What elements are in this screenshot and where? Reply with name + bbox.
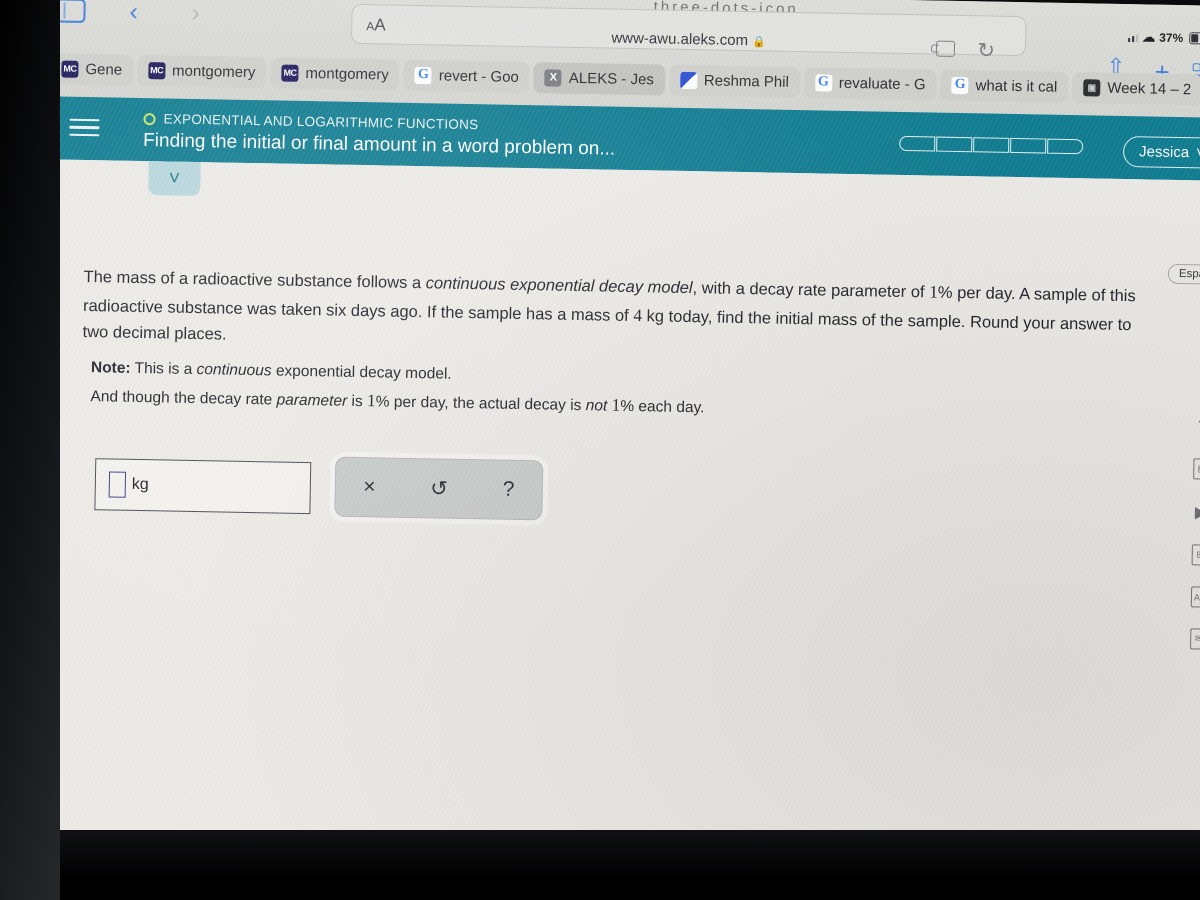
blue-flag-icon — [679, 71, 698, 89]
tablet-screen: three-dots-icon ‹ › AAAA www-awu.aleks.c… — [17, 0, 1200, 900]
hamburger-menu-icon[interactable] — [69, 118, 100, 142]
status-bar: ☁ 37% — [1128, 29, 1200, 47]
clear-button[interactable]: × — [363, 475, 376, 499]
battery-percent: 37% — [1159, 30, 1184, 46]
page-title: Finding the initial or final amount in a… — [142, 130, 616, 160]
aleks-x-icon: X — [544, 68, 563, 87]
browser-tab-label: montgomery — [305, 64, 390, 84]
google-icon: G — [414, 66, 433, 84]
browser-tab-label: revert - Goo — [438, 66, 520, 86]
browser-tab[interactable]: X ALEKS - Jes — [533, 61, 666, 96]
mc-logo-icon: MC — [281, 64, 299, 82]
browser-tab-label: ALEKS - Jes — [568, 69, 655, 88]
browser-tab[interactable]: Grevert - Goo — [403, 59, 531, 93]
browser-tab-label: Gene — [85, 60, 123, 79]
browser-tab-label: Week 14 – 2 — [1107, 79, 1192, 98]
tool-rail: ? ▤ ▶ ⊞ Aa ✉ — [1187, 414, 1200, 650]
browser-tab[interactable]: Reshma Phil — [668, 64, 801, 98]
help-button[interactable]: ? — [502, 478, 515, 502]
chevron-down-icon: ˅ — [168, 167, 181, 190]
battery-icon — [1189, 32, 1200, 45]
google-icon: G — [951, 76, 969, 94]
progress-bar — [899, 135, 1084, 155]
problem-statement: The mass of a radioactive substance foll… — [82, 262, 1148, 366]
current-mass-value: 4 — [633, 304, 643, 325]
user-name-label: Jessica — [1138, 143, 1190, 162]
calculator-icon[interactable]: ⊞ — [1191, 544, 1200, 566]
dark-media-icon: ▣ — [1083, 78, 1101, 97]
dictionary-icon[interactable]: Aa — [1190, 586, 1200, 608]
address-bar[interactable]: AAAA www-awu.aleks.com🔒 ↻ — [350, 3, 1027, 63]
back-button[interactable]: ‹ — [129, 0, 138, 26]
progress-segment — [899, 135, 936, 152]
browser-tab-label: Reshma Phil — [703, 71, 790, 91]
bezel-left-shadow — [0, 0, 60, 900]
google-icon: G — [814, 73, 833, 92]
message-envelope-icon[interactable]: ✉ — [1189, 628, 1200, 650]
extension-puzzle-icon[interactable] — [935, 40, 956, 57]
topic-category-line: EXPONENTIAL AND LOGARITHMIC FUNCTIONS — [143, 111, 478, 132]
help-question-icon[interactable]: ? — [1191, 414, 1200, 437]
answer-unit-label: kg — [131, 475, 149, 494]
progress-segment — [973, 137, 1010, 153]
browser-tab[interactable]: MC montgomery — [270, 56, 401, 91]
browser-tab[interactable]: ▣ Week 14 – 2 — [1072, 71, 1200, 105]
aleks-page: EXPONENTIAL AND LOGARITHMIC FUNCTIONS Fi… — [17, 95, 1200, 900]
browser-tab[interactable]: MC Gene — [50, 52, 134, 86]
url-text: www-awu.aleks.com 🔒 — [611, 29, 766, 50]
progress-segment — [1047, 138, 1084, 155]
problem-note: Note: This is a continuous exponential d… — [90, 356, 1091, 428]
video-player-icon[interactable]: ▶ — [1189, 500, 1200, 523]
bezel-bottom-shadow — [0, 830, 1200, 900]
progress-segment — [1010, 137, 1047, 154]
answer-input[interactable]: kg — [94, 458, 312, 515]
browser-tab[interactable]: MC montgomery — [136, 54, 267, 88]
photo-of-tablet-screen: three-dots-icon ‹ › AAAA www-awu.aleks.c… — [0, 0, 1200, 900]
note-label: Note: — [90, 359, 131, 377]
user-menu-button[interactable]: Jessica ˅ — [1122, 135, 1200, 169]
problem-text-part: The mass of a radioactive substance foll… — [83, 267, 426, 293]
mc-logo-icon: MC — [147, 61, 166, 79]
math-toolbar: × ↺ ? — [334, 456, 544, 521]
empty-answer-box-icon — [108, 471, 127, 498]
problem-content-area: ˅ Español The mass of a radioactive subs… — [17, 158, 1200, 900]
wifi-icon: ☁ — [1142, 29, 1156, 45]
forward-button[interactable]: › — [191, 0, 200, 27]
undo-button[interactable]: ↺ — [430, 476, 448, 501]
chevron-down-icon: ˅ — [1195, 144, 1200, 162]
language-toggle-button[interactable]: Español — [1167, 263, 1200, 285]
browser-tab[interactable]: Gwhat is it cal — [940, 69, 1069, 103]
notebook-icon[interactable]: ▤ — [1192, 458, 1200, 480]
progress-segment — [936, 136, 973, 153]
browser-tab-label: montgomery — [171, 62, 256, 81]
browser-tab[interactable]: Grevaluate - G — [803, 66, 937, 101]
expand-panel-button[interactable]: ˅ — [148, 161, 201, 197]
browser-tab-label: what is it cal — [975, 76, 1058, 96]
browser-tab-label: revaluate - G — [838, 74, 926, 93]
reload-icon[interactable]: ↻ — [977, 38, 995, 63]
problem-text-part: , with a decay rate parameter of — [692, 279, 930, 302]
lock-icon: 🔒 — [751, 36, 766, 49]
cellular-signal-icon — [1128, 32, 1139, 43]
problem-emphasis: continuous exponential decay model — [425, 274, 693, 298]
mc-logo-icon: MC — [61, 60, 79, 78]
topic-category-label: EXPONENTIAL AND LOGARITHMIC FUNCTIONS — [163, 111, 479, 133]
topic-progress-dot-icon — [143, 112, 156, 125]
